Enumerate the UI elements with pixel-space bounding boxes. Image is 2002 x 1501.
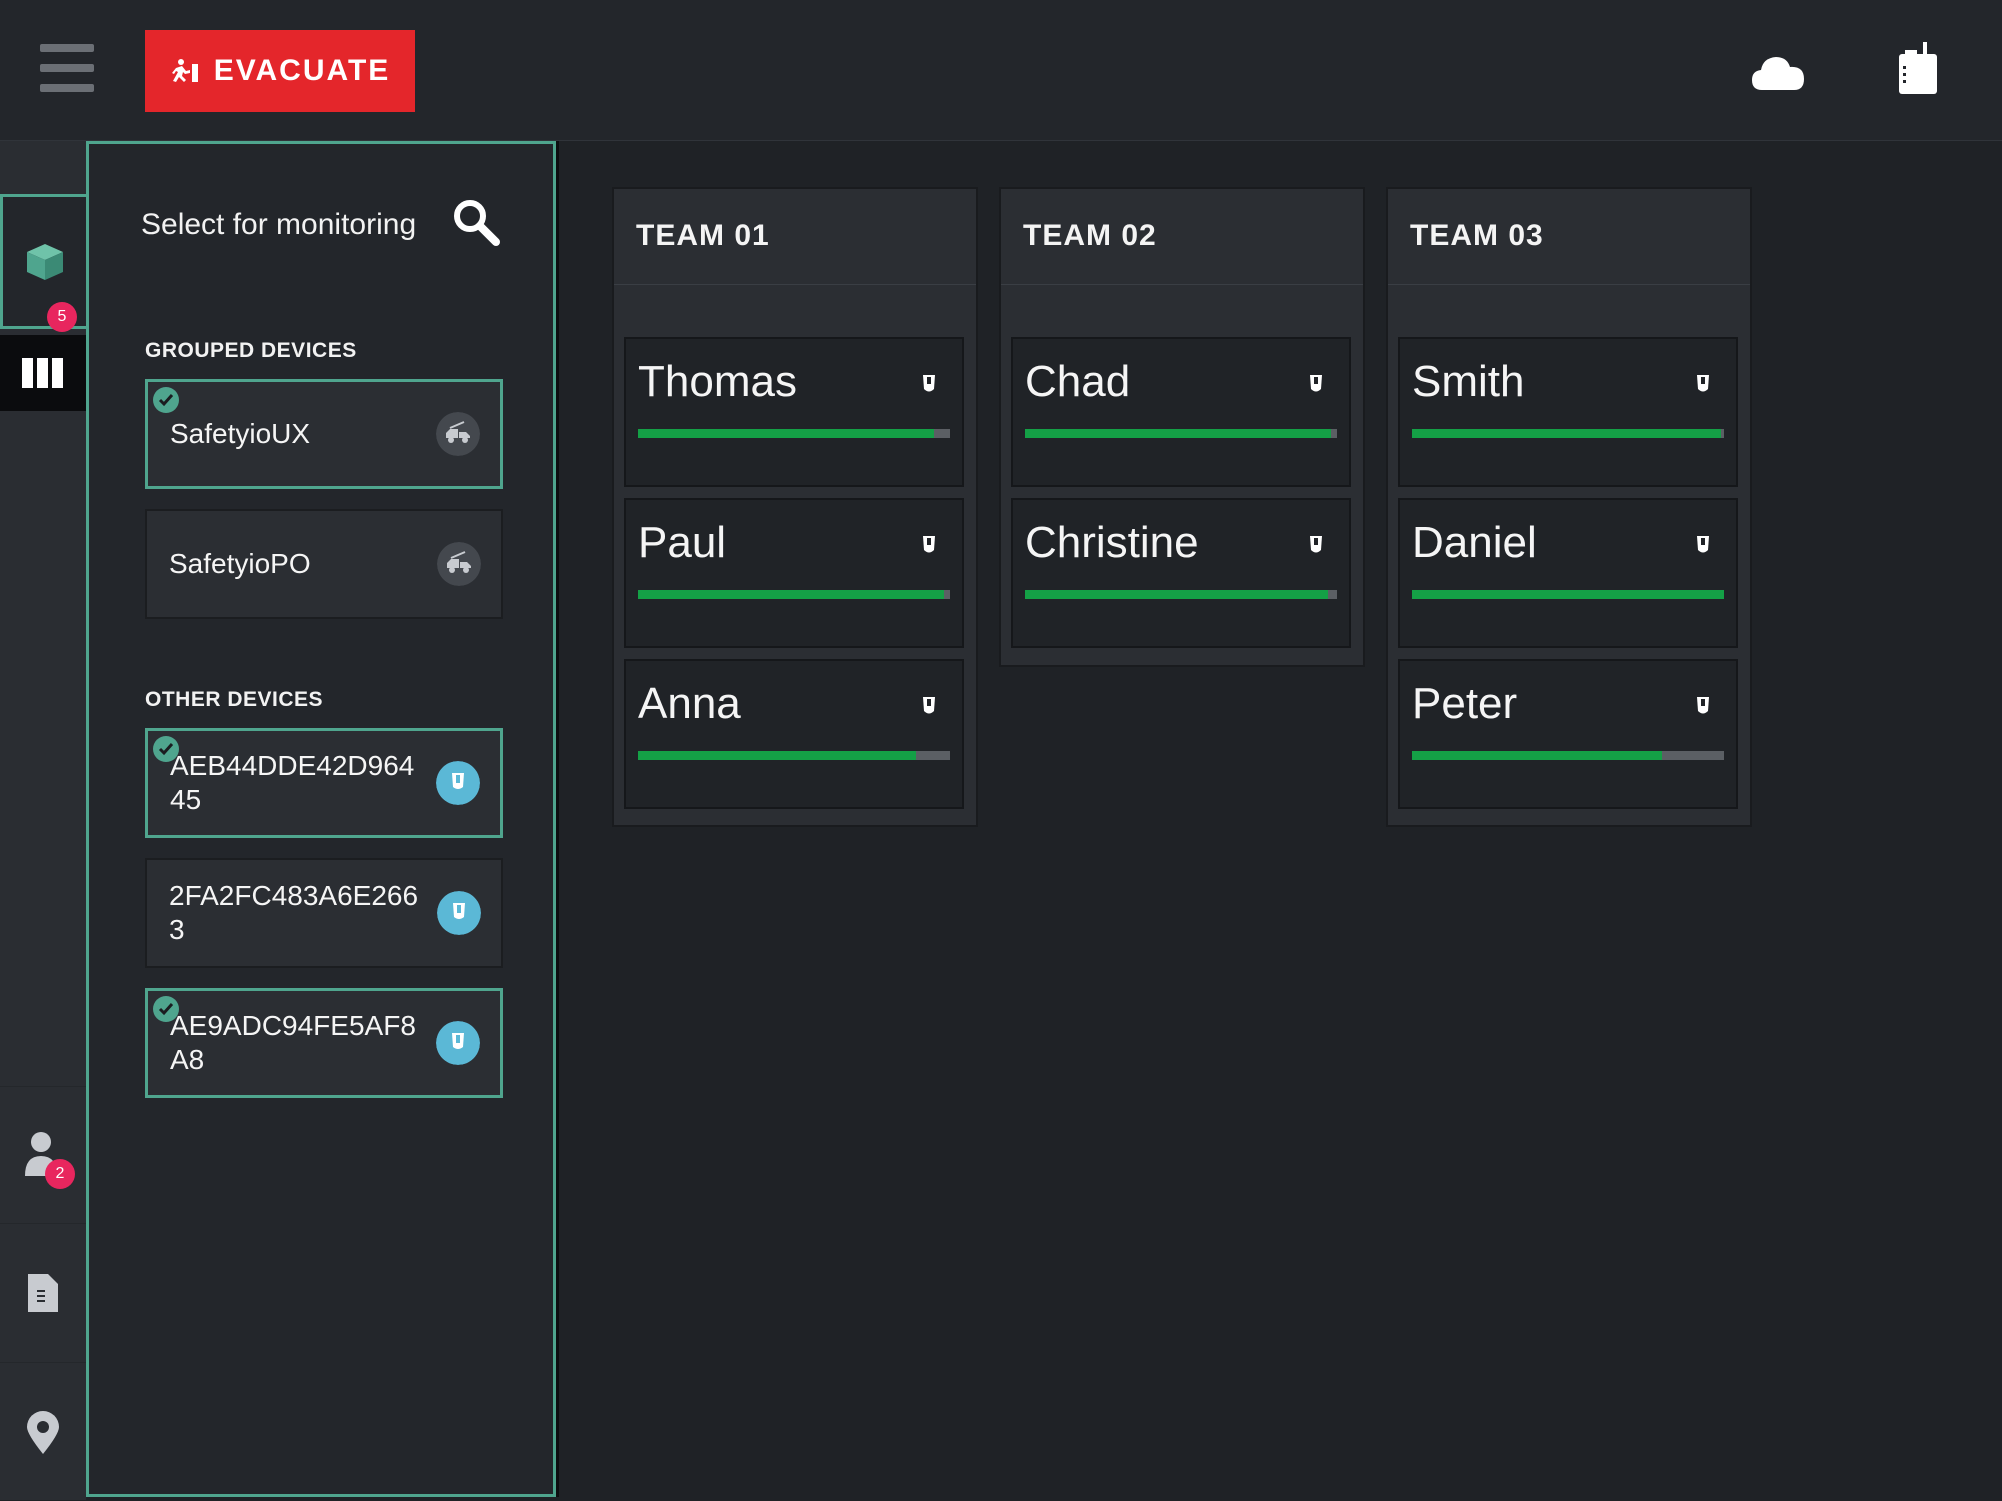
evacuate-label: EVACUATE (213, 54, 391, 87)
cloud-icon[interactable] (1750, 52, 1806, 92)
member-card[interactable]: Peter (1398, 659, 1738, 809)
search-icon[interactable] (451, 197, 501, 247)
other-devices-label: OTHER DEVICES (145, 688, 324, 711)
board-icon (22, 358, 63, 388)
device-item-safetyiopo[interactable]: SafetyioPO (145, 509, 503, 619)
device-item-safetyioux[interactable]: SafetyioUX (145, 379, 503, 489)
member-name: Anna (638, 679, 741, 728)
team-header: TEAM 01 (614, 189, 976, 285)
detector-icon (437, 891, 481, 935)
team-card-02: TEAM 02 Chad Christine (999, 187, 1365, 667)
member-card[interactable]: Smith (1398, 337, 1738, 487)
detector-icon (1697, 697, 1709, 714)
level-fill (638, 590, 944, 599)
team-title: TEAM 01 (636, 219, 770, 252)
device-item-other-2[interactable]: 2FA2FC483A6E266 3 (145, 858, 503, 968)
rail-map[interactable] (0, 1362, 86, 1501)
member-name: Paul (638, 518, 727, 567)
device-name: SafetyioPO (169, 548, 311, 579)
member-card[interactable]: Christine (1011, 498, 1351, 648)
level-bar (1412, 429, 1724, 438)
device-name: 2FA2FC483A6E266 3 (169, 880, 419, 945)
location-icon (27, 1411, 59, 1454)
level-fill (1025, 429, 1331, 438)
grouped-devices-label: GROUPED DEVICES (145, 339, 357, 362)
detector-icon (1697, 375, 1709, 392)
panel-title: Select for monitoring (141, 208, 417, 241)
device-item-other-3[interactable]: AE9ADC94FE5AF8 A8 (145, 988, 503, 1098)
team-title: TEAM 03 (1410, 219, 1544, 252)
radio-icon[interactable] (1895, 42, 1941, 96)
level-fill (638, 751, 916, 760)
detector-icon (1310, 375, 1322, 392)
member-card[interactable]: Anna (624, 659, 964, 809)
detector-icon (923, 697, 935, 714)
top-bar: EVACUATE (0, 0, 2002, 141)
truck-icon (436, 412, 480, 456)
evacuate-button[interactable]: EVACUATE (145, 30, 415, 112)
truck-icon (437, 542, 481, 586)
team-card-01: TEAM 01 Thomas Paul Anna (612, 187, 978, 827)
document-icon (28, 1274, 58, 1312)
team-header: TEAM 03 (1388, 189, 1750, 285)
level-bar (1412, 590, 1724, 599)
detector-icon (1697, 536, 1709, 553)
level-fill (1025, 590, 1328, 599)
rail-board[interactable] (0, 335, 86, 411)
member-name: Christine (1025, 518, 1199, 567)
users-badge: 2 (45, 1159, 75, 1189)
device-name: AEB44DDE42D964 45 (170, 750, 415, 815)
member-card[interactable]: Paul (624, 498, 964, 648)
level-bar (1025, 429, 1337, 438)
menu-icon[interactable] (40, 44, 94, 92)
team-title: TEAM 02 (1023, 219, 1157, 252)
evacuate-icon (171, 59, 198, 82)
level-fill (638, 429, 935, 438)
level-fill (1412, 429, 1721, 438)
rail-users[interactable]: 2 (0, 1086, 86, 1223)
left-rail: 5 2 (0, 141, 86, 1500)
device-name: AE9ADC94FE5AF8 A8 (170, 1010, 416, 1075)
detector-icon (436, 1021, 480, 1065)
member-card[interactable]: Chad (1011, 337, 1351, 487)
detector-icon (923, 536, 935, 553)
devices-icon (26, 243, 63, 280)
member-name: Peter (1412, 679, 1518, 728)
devices-badge: 5 (47, 302, 77, 332)
member-name: Daniel (1412, 518, 1537, 567)
member-card[interactable]: Daniel (1398, 498, 1738, 648)
level-bar (638, 429, 950, 438)
member-name: Chad (1025, 357, 1131, 406)
detector-icon (923, 375, 935, 392)
team-card-03: TEAM 03 Smith Daniel Peter (1386, 187, 1752, 827)
check-icon (153, 387, 179, 413)
rail-documents[interactable] (0, 1223, 86, 1362)
member-name: Smith (1412, 357, 1525, 406)
member-card[interactable]: Thomas (624, 337, 964, 487)
level-fill (1412, 590, 1724, 599)
detector-icon (1310, 536, 1322, 553)
level-bar (638, 751, 950, 760)
level-bar (638, 590, 950, 599)
rail-devices[interactable]: 5 (0, 194, 86, 332)
level-fill (1412, 751, 1662, 760)
device-item-other-1[interactable]: AEB44DDE42D964 45 (145, 728, 503, 838)
device-name: SafetyioUX (170, 418, 311, 449)
detector-icon (436, 761, 480, 805)
member-name: Thomas (638, 357, 797, 406)
level-bar (1025, 590, 1337, 599)
device-panel: Select for monitoring GROUPED DEVICES Sa… (86, 141, 556, 1497)
team-header: TEAM 02 (1001, 189, 1363, 285)
level-bar (1412, 751, 1724, 760)
